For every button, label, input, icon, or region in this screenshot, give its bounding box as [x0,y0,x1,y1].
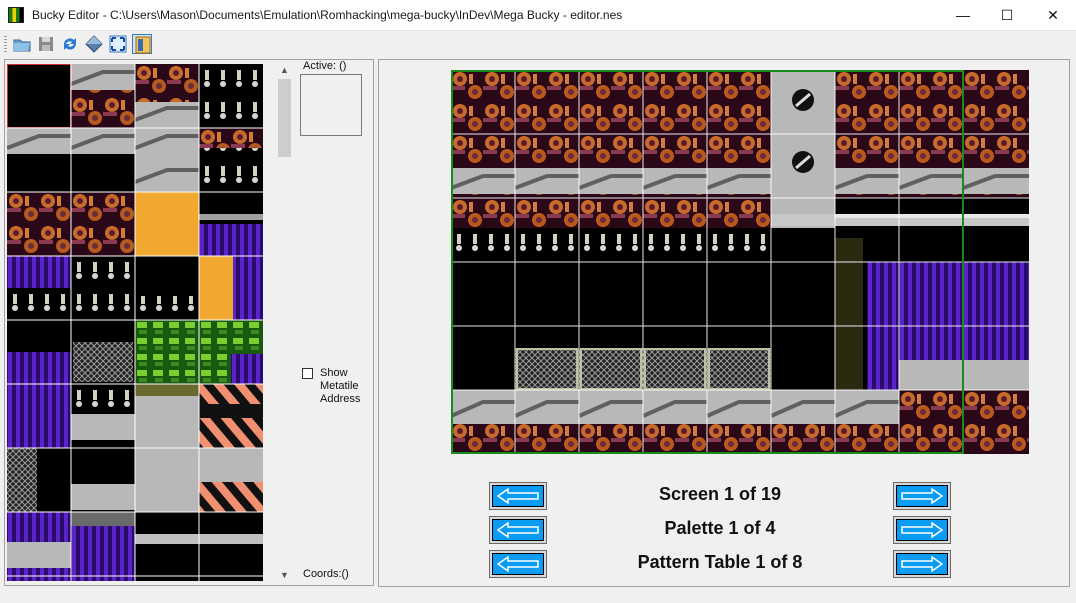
prev-palette-button[interactable] [489,516,547,544]
diamond-button[interactable] [84,34,104,54]
minimize-button[interactable]: — [940,0,986,30]
screen-canvas[interactable] [451,70,1029,454]
palette-nav-row: Palette 1 of 4 [379,516,1071,544]
scroll-up-icon[interactable]: ▲ [277,62,292,78]
next-palette-button[interactable] [893,516,951,544]
coords-label: Coords:() [303,568,349,580]
pattern-table-label: Pattern Table 1 of 8 [637,552,803,572]
scroll-thumb[interactable] [278,79,291,157]
save-button[interactable] [36,34,56,54]
tile-palette-panel: ▲ ▼ Active: () Show Metatile Address Coo… [4,59,374,586]
refresh-button[interactable] [60,34,80,54]
open-folder-button[interactable] [12,34,32,54]
arrow-left-icon [496,488,539,504]
open-folder-icon [13,39,31,52]
palette-label: Palette 1 of 4 [664,518,776,538]
next-screen-button[interactable] [893,482,951,510]
arrow-left-icon [496,522,539,538]
arrow-left-icon [496,556,539,572]
prev-pattern-button[interactable] [489,550,547,578]
scroll-down-icon[interactable]: ▼ [277,567,292,583]
active-tile-label: Active: () [303,60,347,72]
fullscreen-icon [109,35,127,53]
prev-screen-button[interactable] [489,482,547,510]
pattern-nav-row: Pattern Table 1 of 8 [379,550,1071,578]
window-title: Bucky Editor - C:\Users\Mason\Documents\… [32,8,623,22]
show-metatile-address-checkbox[interactable] [302,368,313,379]
next-pattern-button[interactable] [893,550,951,578]
active-tile-preview [300,74,362,136]
diamond-icon [85,35,103,53]
toolbar [0,31,1076,57]
show-metatile-address-label: Show Metatile Address [320,367,361,405]
arrow-right-icon [901,556,944,572]
screen-nav-row: Screen 1 of 19 [379,482,1071,510]
toolbar-grip[interactable] [4,36,7,52]
title-bar: Bucky Editor - C:\Users\Mason\Documents\… [0,0,1076,31]
refresh-icon [64,38,76,50]
app-icon [8,7,24,23]
maximize-button[interactable]: ☐ [984,0,1030,30]
arrow-right-icon [901,488,944,504]
fullscreen-button[interactable] [108,34,128,54]
properties-button[interactable] [132,34,152,54]
close-button[interactable]: ✕ [1030,0,1076,30]
save-disk-icon [39,37,53,51]
arrow-right-icon [901,522,944,538]
tile-scrollbar[interactable]: ▲ ▼ [277,62,292,583]
properties-icon [135,36,151,54]
metatile-grid[interactable] [7,64,263,581]
screen-label: Screen 1 of 19 [658,484,782,504]
screen-panel: Screen 1 of 19 Palette 1 of 4 Pattern Ta… [378,59,1070,587]
